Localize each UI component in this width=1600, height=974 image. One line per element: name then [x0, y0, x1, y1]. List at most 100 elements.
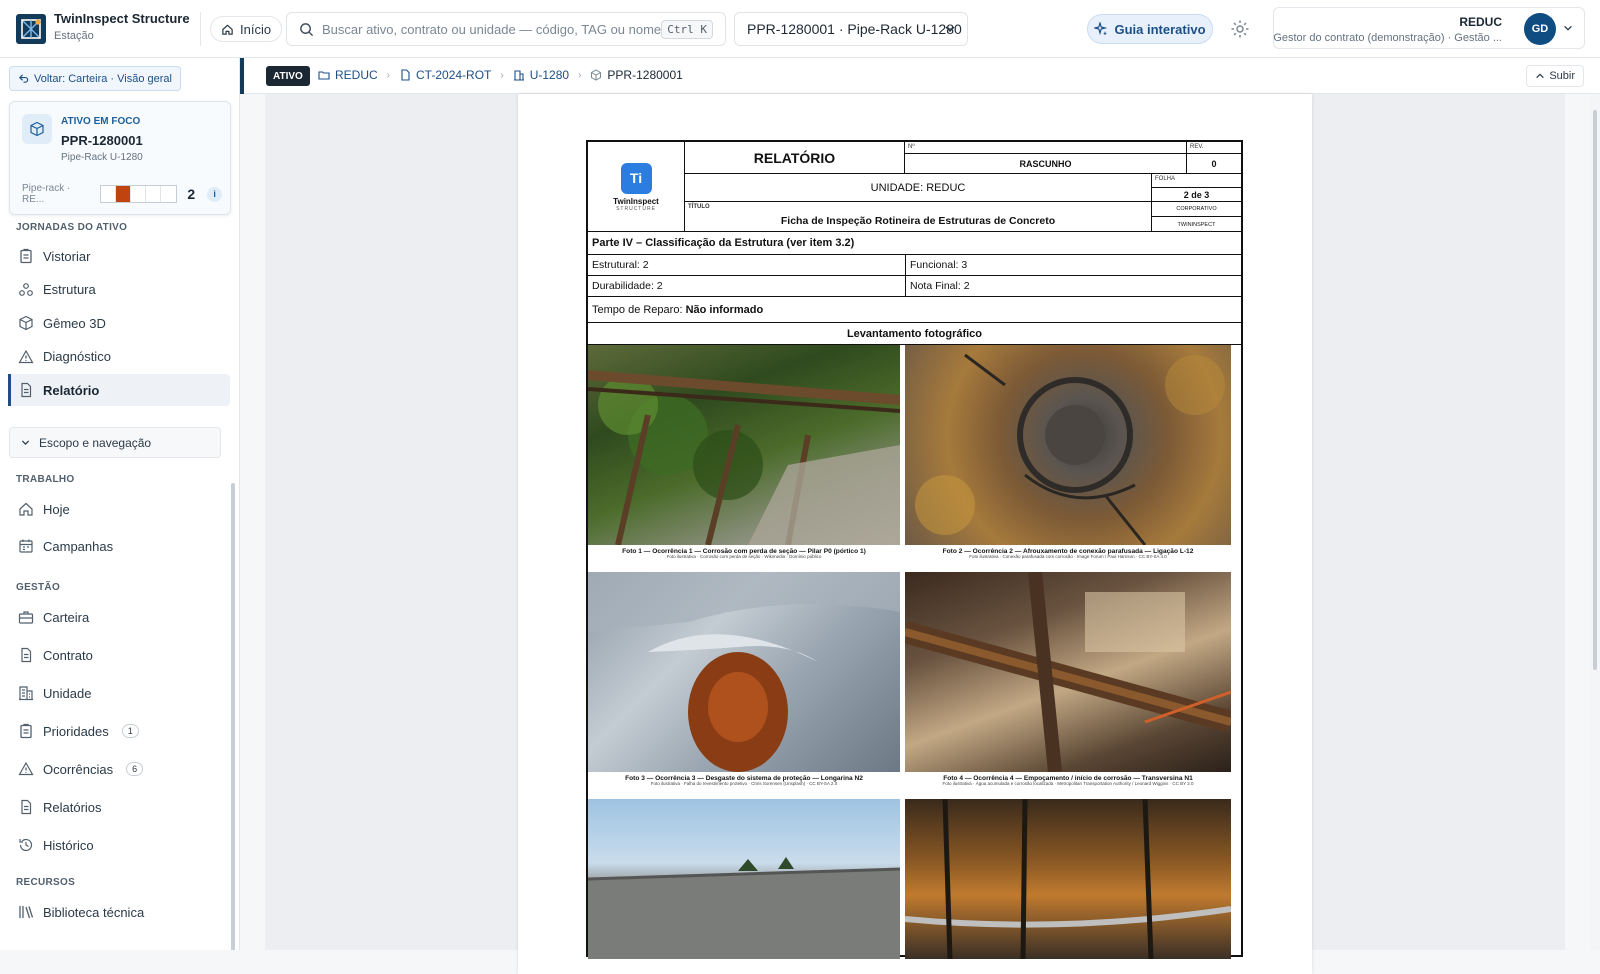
sidebar-item-historico[interactable]: Histórico — [8, 829, 230, 861]
search-input[interactable]: Buscar ativo, contrato ou unidade — códi… — [286, 12, 726, 46]
scroll-thumb[interactable] — [1593, 110, 1597, 670]
chevron-right-icon: › — [500, 69, 504, 81]
sheet-label-cell: FOLHA — [1152, 174, 1241, 188]
photo-4-caption: Foto 4 — Ocorrência 4 — Empoçamento / in… — [942, 775, 1194, 787]
sidebar-item-biblioteca-tecnica[interactable]: Biblioteca técnica — [8, 896, 230, 928]
nav-label: Unidade — [43, 685, 92, 701]
photo-survey-title: Levantamento fotográfico — [588, 323, 1241, 345]
nav-label: Biblioteca técnica — [43, 904, 145, 920]
document-icon — [21, 647, 32, 663]
document-icon — [21, 799, 32, 815]
sidebar-item-relatorios[interactable]: Relatórios — [8, 791, 230, 823]
building-icon — [513, 70, 524, 81]
sidebar-item-ocorrencias[interactable]: Ocorrências 6 — [8, 753, 230, 785]
report-sheet: 2 de 3 — [1152, 188, 1241, 202]
journey-item-diagnostico[interactable]: Diagnóstico — [8, 341, 230, 373]
severity-cell — [101, 186, 117, 202]
report-owner: TWININSPECT — [1177, 221, 1216, 228]
breadcrumb-item-unit[interactable]: U-1280 — [513, 68, 569, 82]
section-title-management: GESTÃO — [16, 582, 61, 593]
classification-row-1: Estrutural: 2 Funcional: 3 — [588, 255, 1241, 276]
photo-3-caption: Foto 3 — Ocorrência 3 — Desgaste do sist… — [625, 775, 863, 787]
clipboard-icon — [20, 723, 32, 739]
asset-select-value: PPR-1280001 · Pipe-Rack U-1280 — [747, 21, 962, 37]
photo-1[interactable] — [588, 345, 900, 545]
search-placeholder: Buscar ativo, contrato ou unidade — códi… — [322, 21, 662, 37]
nav-label: Relatórios — [43, 799, 102, 815]
cube-icon — [22, 114, 52, 144]
report-page: Ti TwinInspect STRUCTURE RELATÓRIO Nº RE… — [518, 94, 1312, 974]
part-title: Parte IV – Classificação da Estrutura (v… — [588, 232, 1241, 255]
sidebar-item-hoje[interactable]: Hoje — [8, 493, 230, 525]
nav-label: Estrutura — [43, 282, 96, 297]
search-icon — [300, 22, 314, 36]
section-title-work: TRABALHO — [16, 474, 75, 485]
up-button[interactable]: Subir — [1526, 65, 1584, 87]
guide-label: Guia interativo — [1114, 21, 1206, 37]
gear-icon[interactable] — [1230, 19, 1250, 39]
photo-4[interactable] — [905, 572, 1231, 772]
back-arrow-icon — [18, 74, 29, 83]
sidebar-item-carteira[interactable]: Carteira — [8, 601, 230, 633]
repair-time-row: Tempo de Reparo: Não informado — [588, 297, 1241, 323]
app-logo-icon[interactable] — [16, 14, 46, 44]
inspection-form: Ti TwinInspect STRUCTURE RELATÓRIO Nº RE… — [586, 140, 1243, 959]
section-title-resources: RECURSOS — [16, 877, 76, 888]
journey-item-vistoriar[interactable]: Vistoriar — [8, 240, 230, 272]
photo-3[interactable] — [588, 572, 900, 772]
divider — [200, 12, 201, 46]
scope-label: Escopo e navegação — [39, 435, 152, 450]
user-org: REDUC — [1459, 15, 1502, 29]
chevron-down-icon — [21, 440, 30, 445]
sidebar-item-contrato[interactable]: Contrato — [8, 639, 230, 671]
severity-cell — [131, 186, 147, 202]
brand: TwinInspect Structure Estação — [54, 11, 190, 42]
breadcrumb-item-contract[interactable]: CT-2024-ROT — [399, 68, 491, 82]
cube-icon — [591, 69, 602, 81]
nav-label: Histórico — [43, 837, 94, 853]
cube-icon — [19, 315, 33, 331]
journey-item-estrutura[interactable]: Estrutura — [8, 274, 230, 306]
sidebar-item-unidade[interactable]: Unidade — [8, 677, 230, 709]
home-icon — [222, 24, 233, 35]
photo-2-caption: Foto 2 — Ocorrência 2 — Afrouxamento de … — [942, 548, 1194, 560]
asset-focus-card[interactable]: ATIVO EM FOCO PPR-1280001 Pipe-Rack U-12… — [9, 101, 231, 215]
report-logo: Ti TwinInspect STRUCTURE — [588, 142, 685, 232]
sidebar-item-campanhas[interactable]: Campanhas — [8, 530, 230, 562]
viewer-scrollbar[interactable] — [1590, 94, 1600, 950]
nav-label: Prioridades — [43, 723, 109, 739]
scope-toggle[interactable]: Escopo e navegação — [9, 427, 221, 458]
info-icon[interactable]: i — [207, 186, 222, 202]
focus-label: ATIVO EM FOCO — [61, 116, 141, 127]
app-subtitle: Estação — [54, 30, 94, 42]
avatar: GD — [1524, 13, 1556, 45]
structural-score: Estrutural: 2 — [588, 255, 906, 275]
asset-select[interactable]: PPR-1280001 · Pipe-Rack U-1280 — [734, 12, 968, 46]
classification-row-2: Durabilidade: 2 Nota Final: 2 — [588, 276, 1241, 297]
occurrence-count: 2 — [187, 186, 196, 202]
sidebar-scrollbar[interactable] — [231, 483, 235, 950]
severity-cell — [146, 186, 162, 202]
back-label: Voltar: Carteira · Visão geral — [34, 72, 172, 85]
guide-button[interactable]: Guia interativo — [1087, 14, 1213, 44]
journey-item-relatorio[interactable]: Relatório — [8, 374, 230, 406]
photo-5[interactable] — [588, 799, 900, 959]
back-button[interactable]: Voltar: Carteira · Visão geral — [9, 66, 181, 91]
briefcase-icon — [18, 611, 34, 624]
breadcrumb: REDUC › CT-2024-ROT › U-1280 › PPR-12800… — [318, 68, 683, 82]
number-label-cell: Nº — [905, 142, 1187, 154]
sidebar-item-prioridades[interactable]: Prioridades 1 — [8, 715, 230, 747]
building-icon — [19, 686, 33, 701]
report-corp: CORPORATIVO — [1152, 202, 1241, 217]
breadcrumb-item-asset[interactable]: PPR-1280001 — [590, 68, 683, 82]
photo-6[interactable] — [905, 799, 1231, 959]
user-menu[interactable]: REDUC Gestor do contrato (demonstração) … — [1273, 7, 1585, 49]
rev-label-cell: REV. — [1187, 142, 1241, 154]
home-icon — [19, 502, 33, 516]
home-button[interactable]: Início — [210, 16, 283, 42]
chevron-right-icon: › — [578, 69, 582, 81]
breadcrumb-item-reduc[interactable]: REDUC — [318, 68, 378, 82]
photo-2[interactable] — [905, 345, 1231, 545]
journey-item-gemeo-3d[interactable]: Gêmeo 3D — [8, 307, 230, 339]
severity-scale — [100, 185, 178, 203]
